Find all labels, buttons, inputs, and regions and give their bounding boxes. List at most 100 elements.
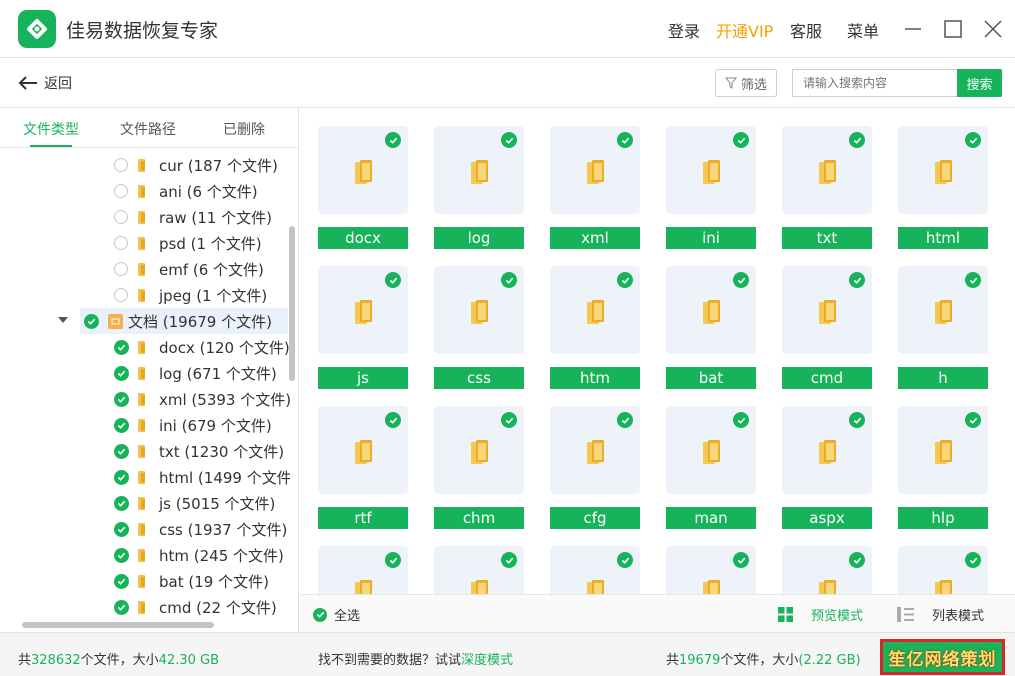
- service-link[interactable]: 客服: [790, 18, 822, 42]
- file-thumbnail[interactable]: [434, 546, 524, 594]
- file-thumbnail[interactable]: [782, 266, 872, 354]
- file-card[interactable]: [434, 546, 524, 594]
- search-button[interactable]: 搜索: [957, 69, 1002, 97]
- file-card[interactable]: [550, 546, 640, 594]
- file-thumbnail[interactable]: [434, 126, 524, 214]
- checked-icon[interactable]: [84, 313, 99, 329]
- file-thumbnail[interactable]: [898, 546, 988, 594]
- checked-icon[interactable]: [965, 412, 981, 428]
- file-card[interactable]: cmd: [782, 266, 872, 391]
- file-thumbnail[interactable]: [782, 546, 872, 594]
- checked-icon[interactable]: [849, 412, 865, 428]
- file-card[interactable]: css: [434, 266, 524, 391]
- checked-icon[interactable]: [617, 272, 633, 288]
- file-thumbnail[interactable]: [666, 266, 756, 354]
- file-thumbnail[interactable]: [318, 406, 408, 494]
- checked-icon[interactable]: [114, 391, 129, 407]
- file-card[interactable]: aspx: [782, 406, 872, 531]
- vip-link[interactable]: 开通VIP: [716, 18, 773, 42]
- tree-item[interactable]: ani (6 个文件): [114, 178, 258, 204]
- maximize-icon[interactable]: [938, 14, 968, 44]
- tree-item[interactable]: ini (679 个文件): [114, 412, 272, 438]
- file-thumbnail[interactable]: [318, 126, 408, 214]
- checked-icon[interactable]: [849, 272, 865, 288]
- tree-item[interactable]: cur (187 个文件): [114, 152, 278, 178]
- unchecked-radio[interactable]: [114, 184, 128, 198]
- file-thumbnail[interactable]: [782, 126, 872, 214]
- tree-item[interactable]: css (1937 个文件): [114, 516, 287, 542]
- unchecked-radio[interactable]: [114, 262, 128, 276]
- checked-icon[interactable]: [849, 132, 865, 148]
- file-card[interactable]: [318, 546, 408, 594]
- checked-icon[interactable]: [114, 339, 129, 355]
- recover-button[interactable]: 笙亿网络策划: [880, 639, 1005, 675]
- file-thumbnail[interactable]: [550, 126, 640, 214]
- file-card[interactable]: txt: [782, 126, 872, 251]
- tree-item[interactable]: jpeg (1 个文件): [114, 282, 267, 308]
- unchecked-radio[interactable]: [114, 288, 128, 302]
- file-thumbnail[interactable]: [550, 266, 640, 354]
- checked-icon[interactable]: [114, 495, 129, 511]
- tree-item[interactable]: cmd (22 个文件): [114, 594, 277, 618]
- file-thumbnail[interactable]: [666, 546, 756, 594]
- checked-icon[interactable]: [501, 552, 517, 568]
- file-thumbnail[interactable]: [666, 126, 756, 214]
- file-card[interactable]: chm: [434, 406, 524, 531]
- file-thumbnail[interactable]: [434, 266, 524, 354]
- checked-icon[interactable]: [965, 552, 981, 568]
- checked-icon[interactable]: [114, 365, 129, 381]
- file-card[interactable]: [666, 546, 756, 594]
- tab-deleted[interactable]: 已删除: [223, 119, 265, 139]
- tree-item[interactable]: bat (19 个文件): [114, 568, 269, 594]
- horizontal-scrollbar[interactable]: [22, 622, 214, 628]
- checked-icon[interactable]: [114, 573, 129, 589]
- checked-icon[interactable]: [385, 552, 401, 568]
- select-all-checkbox[interactable]: 全选: [313, 605, 360, 624]
- file-thumbnail[interactable]: [898, 126, 988, 214]
- unchecked-radio[interactable]: [114, 236, 128, 250]
- checked-icon[interactable]: [733, 272, 749, 288]
- tree-item[interactable]: xml (5393 个文件): [114, 386, 290, 412]
- close-icon[interactable]: [978, 14, 1008, 44]
- tree-item[interactable]: docx (120 个文件): [114, 334, 290, 360]
- menu-link[interactable]: 菜单: [847, 18, 879, 42]
- tree-item[interactable]: psd (1 个文件): [114, 230, 262, 256]
- tree-item[interactable]: js (5015 个文件): [114, 490, 275, 516]
- tree-item[interactable]: txt (1230 个文件): [114, 438, 284, 464]
- back-button[interactable]: 返回: [18, 73, 72, 93]
- checked-icon[interactable]: [501, 412, 517, 428]
- file-card[interactable]: docx: [318, 126, 408, 251]
- file-card[interactable]: js: [318, 266, 408, 391]
- file-thumbnail[interactable]: [666, 406, 756, 494]
- filter-button[interactable]: 筛选: [715, 69, 777, 97]
- file-card[interactable]: [898, 546, 988, 594]
- preview-mode-button[interactable]: 预览模式: [778, 605, 863, 624]
- tree-item[interactable]: raw (11 个文件): [114, 204, 272, 230]
- file-card[interactable]: h: [898, 266, 988, 391]
- file-thumbnail[interactable]: [318, 266, 408, 354]
- file-card[interactable]: ini: [666, 126, 756, 251]
- file-thumbnail[interactable]: [318, 546, 408, 594]
- file-card[interactable]: man: [666, 406, 756, 531]
- checked-icon[interactable]: [114, 521, 129, 537]
- vertical-scrollbar[interactable]: [289, 226, 295, 381]
- checked-icon[interactable]: [114, 443, 129, 459]
- tab-file-path[interactable]: 文件路径: [120, 119, 176, 139]
- file-thumbnail[interactable]: [550, 546, 640, 594]
- list-mode-button[interactable]: 列表模式: [897, 605, 984, 624]
- tree-item[interactable]: html (1499 个文件): [114, 464, 290, 490]
- checked-icon[interactable]: [617, 412, 633, 428]
- checked-icon[interactable]: [385, 132, 401, 148]
- file-card[interactable]: xml: [550, 126, 640, 251]
- checked-icon[interactable]: [114, 469, 129, 485]
- checked-icon[interactable]: [617, 552, 633, 568]
- file-card[interactable]: rtf: [318, 406, 408, 531]
- file-card[interactable]: [782, 546, 872, 594]
- checked-icon[interactable]: [849, 552, 865, 568]
- unchecked-radio[interactable]: [114, 210, 128, 224]
- file-card[interactable]: html: [898, 126, 988, 251]
- checked-icon[interactable]: [733, 132, 749, 148]
- file-thumbnail[interactable]: [782, 406, 872, 494]
- checked-icon[interactable]: [114, 417, 129, 433]
- checked-icon[interactable]: [501, 272, 517, 288]
